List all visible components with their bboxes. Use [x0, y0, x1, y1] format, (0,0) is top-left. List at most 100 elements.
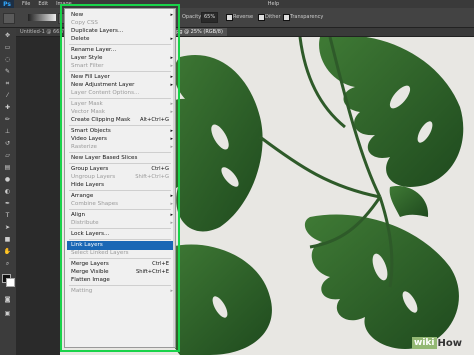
healing-brush-tool-icon[interactable]: ✚ — [3, 104, 12, 111]
dither-checkbox[interactable] — [258, 14, 265, 21]
menu-file[interactable]: File — [22, 1, 30, 7]
menu-item-label: Rename Layer... — [71, 47, 117, 53]
path-selection-tool-icon[interactable]: ➤ — [3, 224, 12, 231]
menu-edit[interactable]: Edit — [38, 1, 48, 7]
submenu-arrow-icon: ▸ — [170, 288, 173, 294]
submenu-arrow-icon: ▸ — [170, 144, 173, 150]
background-color-swatch[interactable] — [6, 278, 15, 287]
clone-stamp-tool-icon[interactable]: ⊥ — [3, 128, 12, 135]
menu-item-smart-filter[interactable]: Smart Filter ▸ — [71, 62, 175, 71]
menu-item-label: Link Layers — [71, 242, 103, 248]
lasso-tool-icon[interactable]: ◌ — [3, 56, 12, 63]
menu-item-shortcut: Alt+Ctrl+G — [140, 117, 169, 123]
menu-item-label: Vector Mask — [71, 109, 106, 115]
menu-item-label: New — [71, 12, 84, 18]
menu-item-label: New Fill Layer — [71, 74, 110, 80]
menu-item-layer-content-options[interactable]: Layer Content Options... — [71, 89, 175, 98]
menu-item-label: Smart Objects — [71, 128, 111, 134]
menu-item-hide-layers[interactable]: Hide Layers — [71, 181, 175, 190]
menu-item-label: Layer Style — [71, 55, 103, 61]
menu-item-label: Duplicate Layers... — [71, 28, 124, 34]
menu-separator — [69, 239, 171, 240]
reverse-checkbox[interactable] — [226, 14, 233, 21]
menu-item-label: Ungroup Layers — [71, 174, 116, 180]
watermark-wiki: wiki — [412, 337, 437, 349]
tool-preset-picker[interactable] — [3, 13, 15, 24]
eraser-tool-icon[interactable]: ▱ — [3, 152, 12, 159]
menu-help[interactable]: Help — [268, 1, 279, 7]
transparency-checkbox[interactable] — [283, 14, 290, 21]
menu-separator — [69, 285, 171, 286]
menu-item-label: Matting — [71, 288, 93, 294]
menu-separator — [69, 125, 171, 126]
menu-separator — [69, 209, 171, 210]
menu-separator — [69, 163, 171, 164]
submenu-arrow-icon: ▸ — [170, 36, 173, 42]
menu-item-label: Flatten Image — [71, 277, 110, 283]
submenu-arrow-icon: ▸ — [170, 63, 173, 69]
reverse-label: Reverse — [233, 14, 254, 20]
crop-tool-icon[interactable]: ⌗ — [3, 80, 12, 87]
menu-item-new-layer-based-slices[interactable]: New Layer Based Slices — [71, 154, 175, 163]
quick-mask-icon[interactable]: ◙ — [3, 296, 12, 303]
menu-item-matting[interactable]: Matting ▸ — [71, 287, 175, 296]
gradient-preview[interactable] — [28, 14, 56, 21]
photoshop-logo: Ps — [0, 0, 14, 8]
menu-item-label: Rasterize — [71, 144, 97, 150]
quick-select-tool-icon[interactable]: ✎ — [3, 68, 12, 75]
menu-item-label: Copy CSS — [71, 20, 98, 26]
menu-item-label: Combine Shapes — [71, 201, 119, 207]
menu-separator — [69, 71, 171, 72]
menu-separator — [69, 190, 171, 191]
submenu-arrow-icon: ▸ — [170, 201, 173, 207]
screen-mode-icon[interactable]: ▣ — [3, 310, 12, 317]
dodge-tool-icon[interactable]: ◐ — [3, 188, 12, 195]
pen-tool-icon[interactable]: ✒ — [3, 200, 12, 207]
move-tool-icon[interactable]: ✥ — [3, 32, 12, 39]
wikihow-watermark: wiki How — [412, 337, 462, 349]
menu-item-label: Select Linked Layers — [71, 250, 129, 256]
submenu-arrow-icon: ▸ — [170, 220, 173, 226]
blur-tool-icon[interactable]: ● — [3, 176, 12, 183]
watermark-how: How — [437, 337, 462, 349]
menu-separator — [69, 258, 171, 259]
menu-item-rasterize[interactable]: Rasterize ▸ — [71, 143, 175, 152]
menu-item-label: Delete — [71, 36, 90, 42]
menu-item-label: Layer Mask — [71, 101, 103, 107]
menu-item-create-clipping-mask[interactable]: Create Clipping Mask Alt+Ctrl+G — [71, 116, 175, 125]
menu-item-label: Align — [71, 212, 86, 218]
menu-item-label: Lock Layers... — [71, 231, 110, 237]
eyedropper-tool-icon[interactable]: ⁄ — [3, 92, 12, 99]
menu-item-label: New Layer Based Slices — [71, 155, 138, 161]
gradient-tool-icon[interactable]: ▤ — [3, 164, 12, 171]
menu-item-combine-shapes[interactable]: Combine Shapes ▸ — [71, 200, 175, 209]
menu-separator — [69, 228, 171, 229]
menu-item-select-linked-layers[interactable]: Select Linked Layers — [71, 249, 175, 258]
opacity-label: Opacity: — [182, 14, 203, 20]
menu-separator — [69, 98, 171, 99]
menu-item-label: Distribute — [71, 220, 99, 226]
menu-item-label: Group Layers — [71, 166, 109, 172]
menu-item-delete[interactable]: Delete ▸ — [71, 35, 175, 44]
leaf-shapes — [158, 37, 464, 355]
marquee-tool-icon[interactable]: ▭ — [3, 44, 12, 51]
menu-item-lock-layers[interactable]: Lock Layers... — [71, 230, 175, 239]
opacity-input[interactable]: 65% — [201, 12, 219, 23]
zoom-tool-icon[interactable]: ⌕ — [3, 260, 12, 267]
menu-item-distribute[interactable]: Distribute ▸ — [71, 219, 175, 228]
history-brush-tool-icon[interactable]: ↺ — [3, 140, 12, 147]
menu-item-label: Arrange — [71, 193, 94, 199]
menu-item-label: Create Clipping Mask — [71, 117, 131, 123]
menu-item-label: Video Layers — [71, 136, 107, 142]
dither-label: Dither — [265, 14, 281, 20]
menu-item-label: Layer Content Options... — [71, 90, 140, 96]
menu-item-label: New Adjustment Layer — [71, 82, 135, 88]
menu-item-label: Hide Layers — [71, 182, 105, 188]
hand-tool-icon[interactable]: ✋ — [3, 248, 12, 255]
menu-item-flatten-image[interactable]: Flatten Image — [71, 276, 175, 285]
menu-item-label: Merge Visible — [71, 269, 109, 275]
type-tool-icon[interactable]: T — [3, 212, 12, 219]
brush-tool-icon[interactable]: ✏ — [3, 116, 12, 123]
menu-separator — [69, 44, 171, 45]
shape-tool-icon[interactable]: ■ — [3, 236, 12, 243]
